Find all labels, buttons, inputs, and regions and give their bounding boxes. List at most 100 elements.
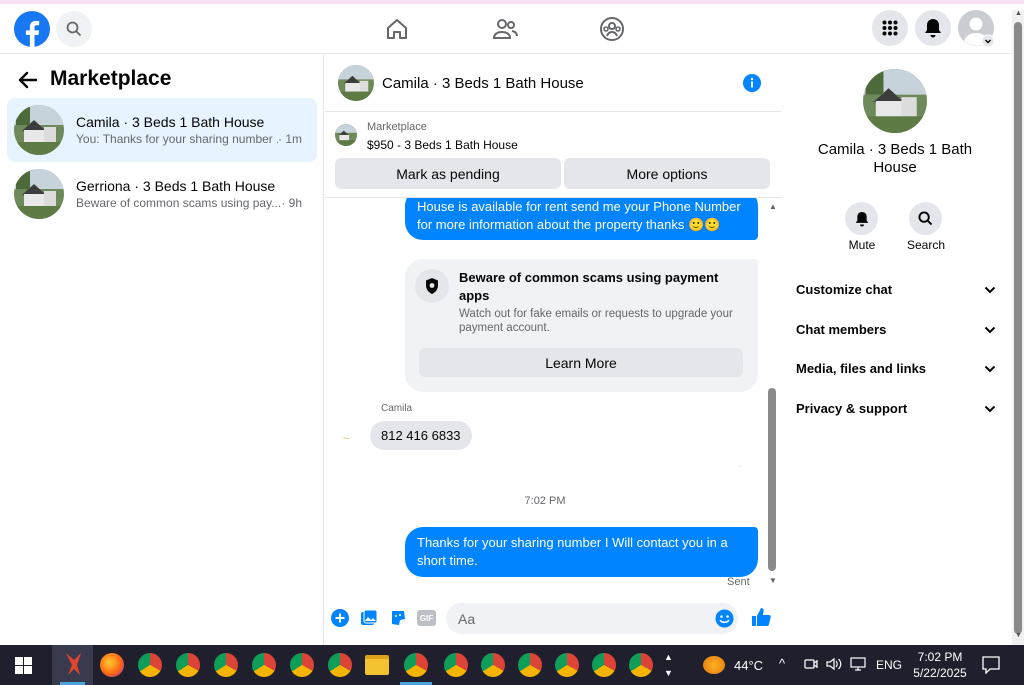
conversation-time: · 1m bbox=[278, 132, 302, 146]
menu-grid-icon[interactable] bbox=[872, 10, 908, 46]
section-chat-members[interactable]: Chat members bbox=[796, 322, 996, 337]
conversation-item-gerriona[interactable]: Gerriona · 3 Beds 1 Bath House Beware of… bbox=[7, 162, 317, 226]
emoji-icon[interactable] bbox=[715, 609, 734, 628]
section-label: Customize chat bbox=[796, 282, 893, 297]
chevron-down-icon bbox=[984, 286, 996, 294]
chrome-icon[interactable] bbox=[176, 653, 200, 677]
chat-scrollbar[interactable]: ▲ ▼ bbox=[767, 202, 779, 588]
mark-pending-button[interactable]: Mark as pending bbox=[335, 158, 561, 189]
clock-date: 5/22/2025 bbox=[913, 666, 967, 680]
chat-avatar[interactable] bbox=[338, 65, 374, 101]
seen-indicator-icon: ·· bbox=[738, 464, 742, 470]
message-sent[interactable]: House is available for rent send me your… bbox=[405, 198, 758, 240]
groups-icon[interactable] bbox=[599, 16, 625, 42]
scam-title: Beware of common scams using payment app… bbox=[459, 270, 719, 303]
chrome-icon[interactable] bbox=[214, 653, 238, 677]
section-media-files[interactable]: Media, files and links bbox=[796, 361, 996, 376]
taskbar-app-active[interactable] bbox=[52, 645, 93, 685]
page-scroll-up-icon[interactable]: ▲ bbox=[1015, 10, 1022, 17]
chrome-icon[interactable] bbox=[592, 653, 616, 677]
notifications-bell-icon[interactable] bbox=[915, 10, 951, 46]
chevron-down-icon bbox=[984, 365, 996, 373]
back-arrow-icon[interactable] bbox=[18, 71, 38, 89]
message-received[interactable]: 812 416 6833 bbox=[370, 421, 472, 450]
firefox-icon[interactable] bbox=[100, 653, 124, 677]
image-icon[interactable] bbox=[360, 609, 378, 627]
chrome-icon[interactable] bbox=[555, 653, 579, 677]
conversation-preview: Beware of common scams using pay... bbox=[76, 196, 282, 210]
tray-chevron-up-icon[interactable]: ^ bbox=[779, 656, 785, 671]
taskbar-scroll-icon[interactable]: ▲ ▼ bbox=[664, 649, 673, 681]
volume-icon[interactable] bbox=[826, 657, 842, 671]
chat-details-panel: Camila · 3 Beds 1 Bath House Mute Search… bbox=[782, 55, 1010, 645]
scroll-down-icon[interactable]: ▼ bbox=[769, 576, 777, 585]
scroll-up-icon[interactable]: ▲ bbox=[769, 202, 777, 211]
more-options-button[interactable]: More options bbox=[564, 158, 770, 189]
network-icon[interactable] bbox=[850, 657, 868, 671]
listing-thumbnail bbox=[14, 169, 64, 219]
home-icon[interactable] bbox=[385, 17, 409, 41]
gif-icon[interactable]: GIF bbox=[417, 610, 436, 626]
shield-icon bbox=[415, 269, 449, 303]
conversation-preview: You: Thanks for your sharing number ... bbox=[76, 132, 278, 146]
friends-icon[interactable] bbox=[492, 17, 518, 41]
like-thumb-icon[interactable] bbox=[751, 607, 771, 627]
chevron-down-icon bbox=[984, 405, 996, 413]
chrome-icon[interactable] bbox=[481, 653, 505, 677]
file-explorer-icon[interactable] bbox=[365, 655, 389, 675]
chrome-icon[interactable] bbox=[404, 653, 428, 677]
details-avatar[interactable] bbox=[863, 69, 927, 133]
mute-label[interactable]: Mute bbox=[834, 238, 890, 252]
sender-avatar-icon: ~· bbox=[343, 434, 351, 443]
search-icon[interactable] bbox=[56, 11, 92, 47]
weather-temperature[interactable]: 44°C bbox=[734, 658, 763, 673]
listing-source: Marketplace bbox=[367, 121, 427, 133]
chrome-icon[interactable] bbox=[444, 653, 468, 677]
chrome-icon[interactable] bbox=[518, 653, 542, 677]
weather-sun-icon[interactable] bbox=[703, 656, 725, 674]
info-icon[interactable] bbox=[742, 73, 762, 93]
clock-time: 7:02 PM bbox=[917, 650, 963, 664]
conversation-item-camila[interactable]: Camila · 3 Beds 1 Bath House You: Thanks… bbox=[7, 98, 317, 162]
conversation-time: · 9h bbox=[281, 196, 302, 210]
chrome-icon[interactable] bbox=[290, 653, 314, 677]
system-clock[interactable]: 7:02 PM 5/22/2025 bbox=[910, 649, 970, 681]
section-customize-chat[interactable]: Customize chat bbox=[796, 282, 996, 297]
message-input[interactable]: Aa bbox=[446, 603, 738, 634]
page-scrollbar[interactable]: ▲ ▼ bbox=[1012, 10, 1024, 645]
listing-thumbnail-small bbox=[335, 124, 357, 146]
learn-more-button[interactable]: Learn More bbox=[419, 348, 743, 377]
details-title: Camila · 3 Beds 1 Bath House bbox=[817, 141, 973, 176]
chrome-icon[interactable] bbox=[629, 653, 653, 677]
conversation-list-panel: Marketplace Camila · 3 Beds 1 Bath House… bbox=[0, 55, 324, 645]
meet-icon[interactable] bbox=[804, 657, 818, 671]
scrollbar-thumb[interactable] bbox=[768, 388, 776, 571]
mute-bell-icon[interactable] bbox=[845, 202, 878, 235]
page-scroll-down-icon[interactable]: ▼ bbox=[1015, 632, 1022, 639]
panel-title: Marketplace bbox=[50, 67, 172, 90]
page-scrollbar-thumb[interactable] bbox=[1014, 22, 1022, 634]
message-input-placeholder: Aa bbox=[458, 611, 476, 627]
chrome-icon[interactable] bbox=[328, 653, 352, 677]
chat-title[interactable]: Camila · 3 Beds 1 Bath House bbox=[382, 75, 584, 92]
notifications-icon[interactable] bbox=[982, 656, 1000, 674]
language-indicator[interactable]: ENG bbox=[876, 658, 902, 672]
scam-body: Watch out for fake emails or requests to… bbox=[459, 308, 733, 334]
listing-thumbnail bbox=[14, 105, 64, 155]
sticker-icon[interactable] bbox=[389, 609, 407, 627]
message-sent-latest[interactable]: Thanks for your sharing number I Will co… bbox=[405, 527, 758, 577]
chrome-icon[interactable] bbox=[138, 653, 162, 677]
profile-avatar[interactable] bbox=[958, 10, 996, 48]
search-conversation-icon[interactable] bbox=[909, 202, 942, 235]
sender-name: Camila bbox=[381, 403, 413, 414]
chat-header: Camila · 3 Beds 1 Bath House bbox=[325, 55, 781, 112]
windows-taskbar: ▲ ▼ 44°C ^ ENG 7:02 PM 5/22/2025 bbox=[0, 645, 1024, 685]
facebook-logo-icon[interactable] bbox=[14, 11, 50, 47]
search-label[interactable]: Search bbox=[898, 238, 954, 252]
scam-warning-card: Beware of common scams using payment app… bbox=[405, 259, 758, 392]
section-privacy-support[interactable]: Privacy & support bbox=[796, 401, 996, 416]
listing-price[interactable]: $950 - 3 Beds 1 Bath House bbox=[367, 138, 518, 152]
add-icon[interactable] bbox=[331, 609, 349, 627]
chrome-icon[interactable] bbox=[252, 653, 276, 677]
windows-start-icon[interactable] bbox=[15, 657, 32, 674]
